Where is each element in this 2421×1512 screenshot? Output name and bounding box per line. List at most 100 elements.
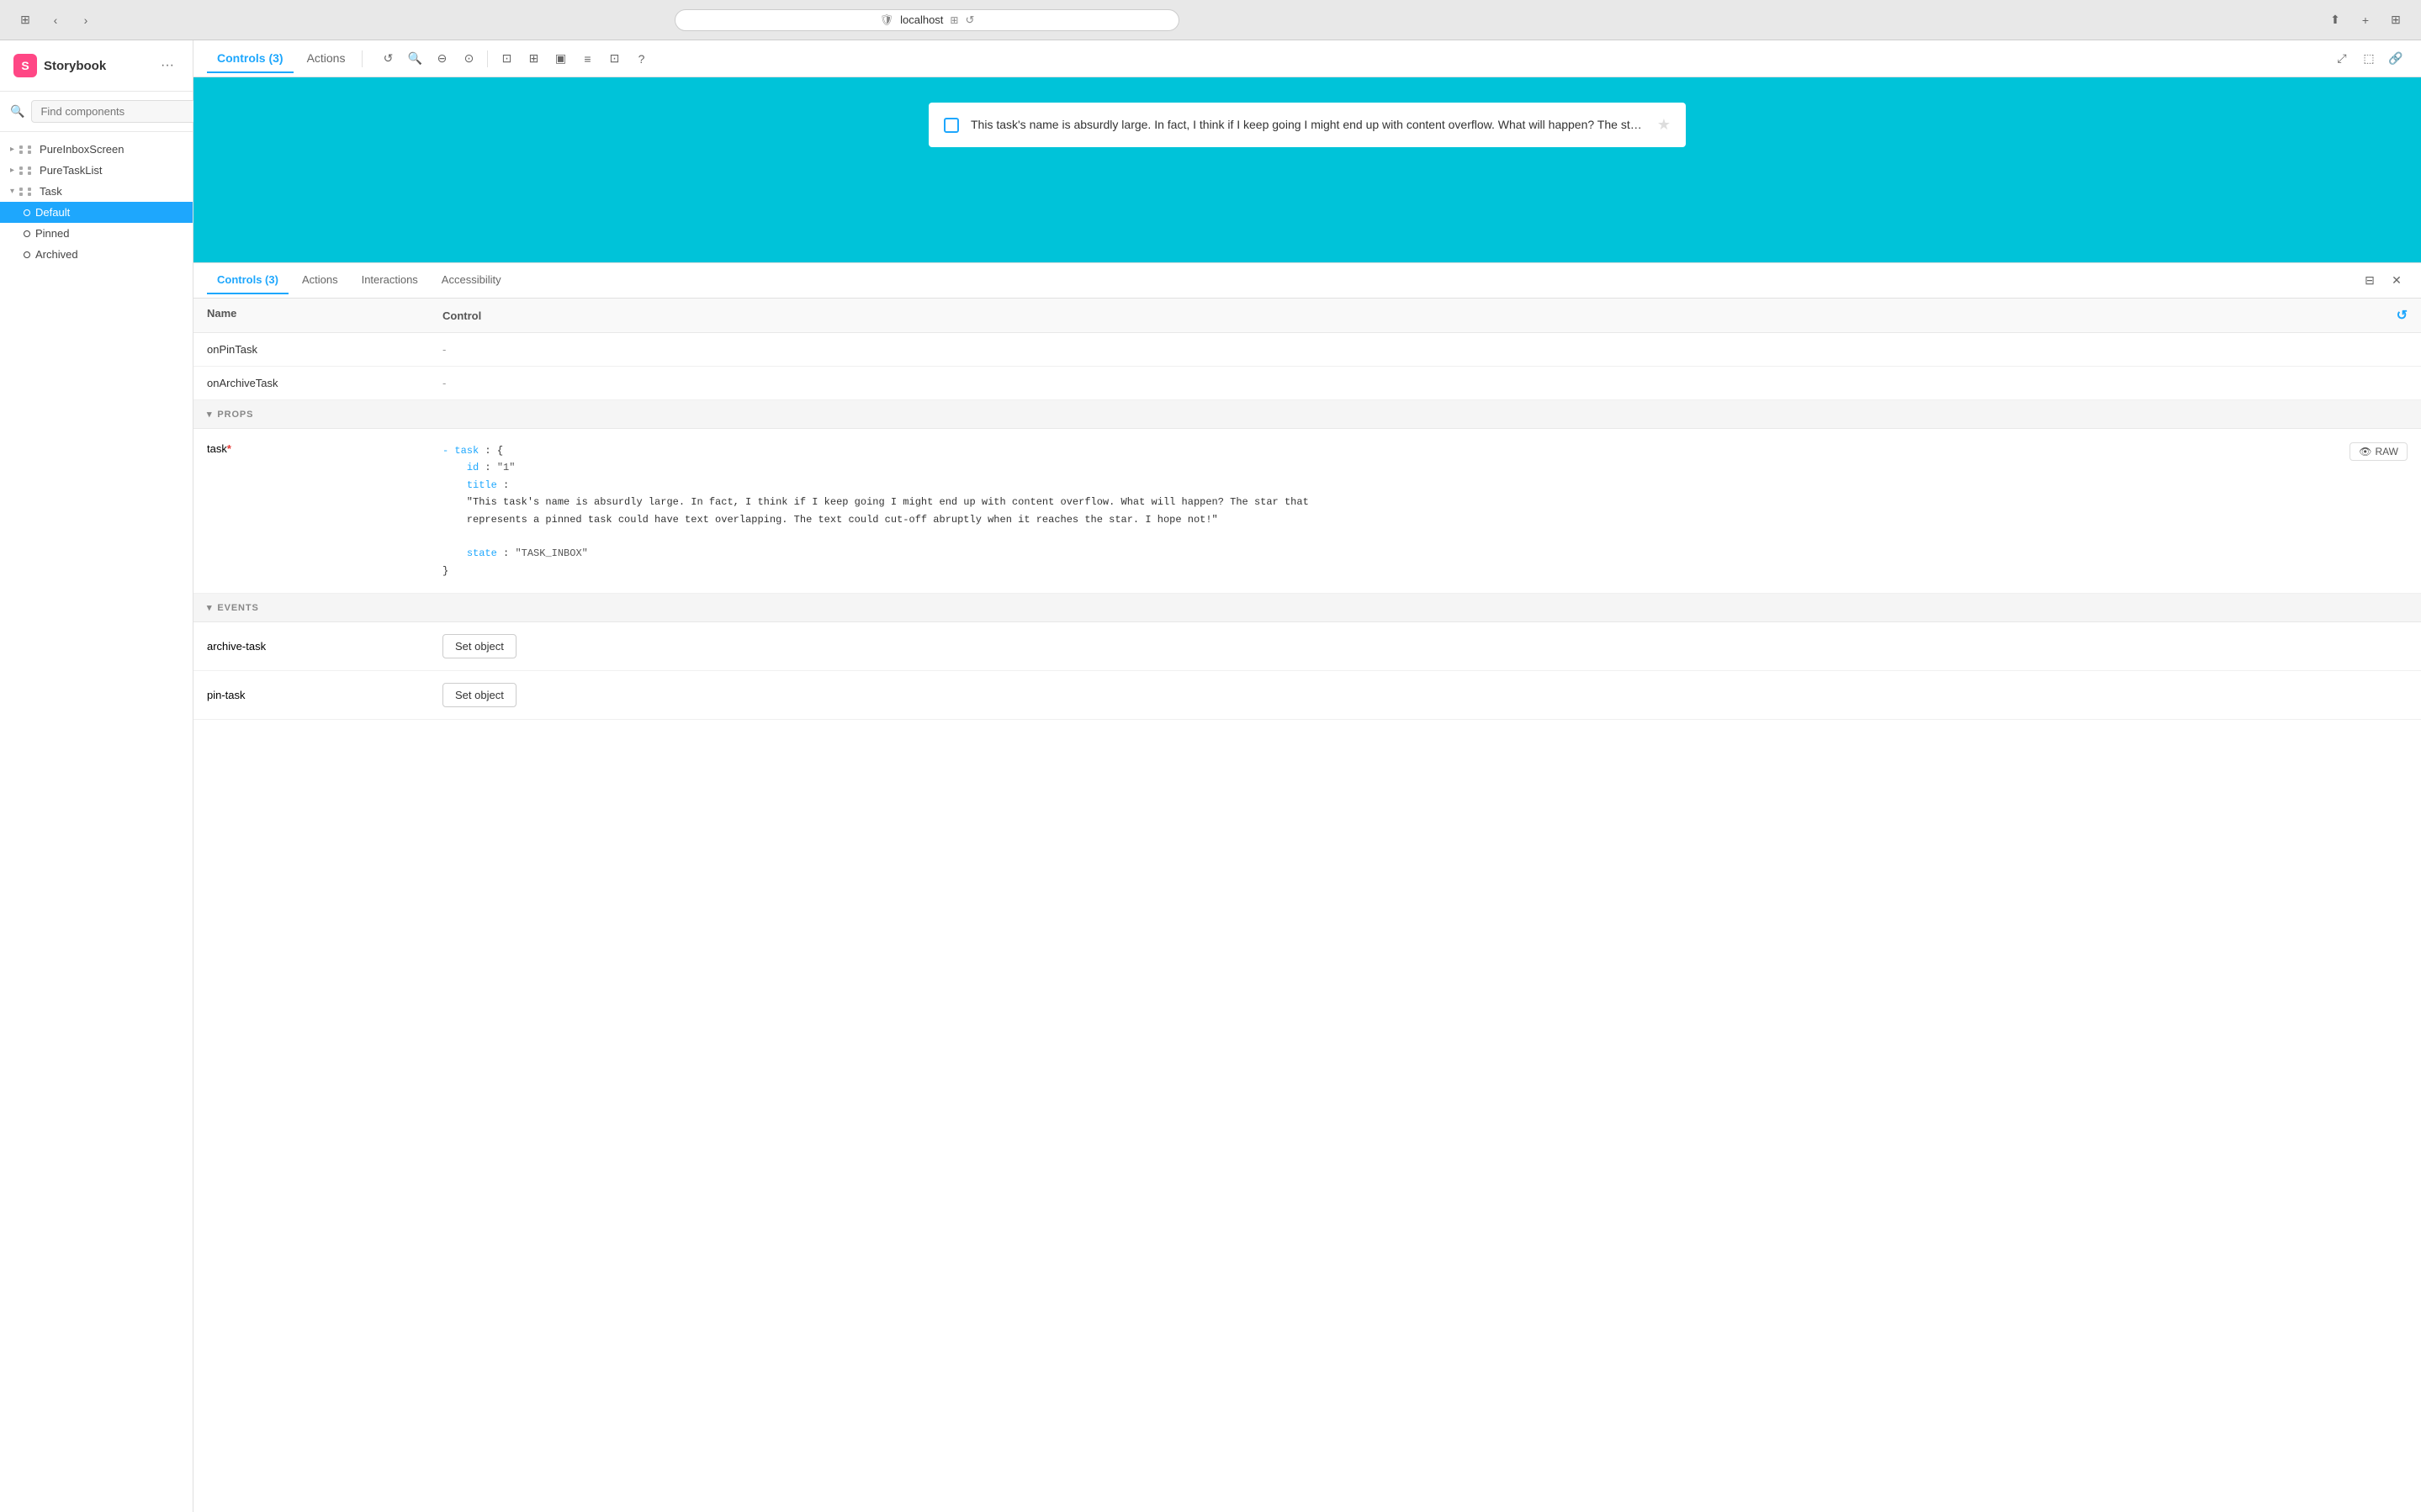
event-control: Set object	[442, 634, 2408, 658]
sidebar-menu-button[interactable]: ···	[156, 54, 179, 77]
tab-controls[interactable]: Controls (3)	[207, 267, 289, 294]
control-value: -	[442, 343, 2408, 356]
control-name: onArchiveTask	[207, 377, 442, 389]
help-button[interactable]: ?	[629, 47, 653, 71]
grid-button[interactable]: ⊞	[2384, 8, 2408, 32]
sidebar-item-label: Default	[35, 206, 70, 219]
logo-text: Storybook	[44, 59, 106, 73]
code-block: - task : { id : "1" title : "This task's…	[442, 442, 1309, 579]
task-card: This task's name is absurdly large. In f…	[929, 103, 1686, 147]
toolbar: Controls (3) Actions ↺ 🔍 ⊖ ⊙ ⊡ ⊞ ▣ ≡ ⊡ ?…	[193, 40, 2421, 77]
fullscreen-button[interactable]: ⤢	[2330, 47, 2354, 71]
browser-chrome: ⊞ ‹ › 🛡 localhost ⊞ ↺ ⬆ + ⊞	[0, 0, 2421, 40]
logo-icon: S	[13, 54, 37, 77]
share-button[interactable]: ⬆	[2323, 8, 2347, 32]
control-name: task*	[207, 442, 442, 455]
panel-close-button[interactable]: ✕	[2386, 270, 2408, 292]
reset-icon[interactable]: ↺	[2397, 307, 2408, 324]
control-row-task: task* - task : { id : "1" title : "This …	[193, 429, 2421, 594]
archive-task-set-object-button[interactable]: Set object	[442, 634, 517, 658]
task-star-icon[interactable]: ★	[1657, 116, 1671, 134]
control-row-onpintask: onPinTask -	[193, 333, 2421, 367]
search-icon: 🔍	[10, 104, 24, 119]
raw-button[interactable]: 👁 RAW	[2349, 442, 2408, 461]
sidebar-toggle-button[interactable]: ⊞	[13, 8, 37, 32]
list-view-button[interactable]: ≡	[575, 47, 599, 71]
link-button[interactable]: 🔗	[2384, 47, 2408, 71]
component-icon	[19, 145, 34, 154]
task-checkbox[interactable]	[944, 118, 959, 133]
browser-back-button[interactable]: ‹	[44, 8, 67, 32]
sidebar-item-label: PureInboxScreen	[40, 143, 124, 156]
open-new-button[interactable]: ⬚	[2357, 47, 2381, 71]
browser-forward-button[interactable]: ›	[74, 8, 98, 32]
sidebar-item-puretasklist[interactable]: ▸ PureTaskList	[0, 160, 193, 181]
sidebar-item-pinned[interactable]: Pinned	[0, 223, 193, 244]
tab-docs[interactable]: Actions	[297, 45, 356, 73]
name-col-header: Name	[207, 307, 442, 324]
panel-split-button[interactable]: ⊟	[2359, 270, 2381, 292]
control-value: -	[442, 377, 2408, 389]
control-row-onarchivetask: onArchiveTask -	[193, 367, 2421, 400]
search-input[interactable]	[31, 100, 198, 123]
events-section-header: ▾ EVENTS	[193, 594, 2421, 622]
chevron-icon: ▾	[10, 187, 14, 196]
chevron-icon: ▸	[10, 145, 14, 154]
pin-task-set-object-button[interactable]: Set object	[442, 683, 517, 707]
sidebar-item-label: Archived	[35, 248, 78, 261]
divider	[487, 50, 488, 67]
sidebar-item-label: Pinned	[35, 227, 69, 240]
zoom-in-button[interactable]: 🔍	[403, 47, 426, 71]
reload-icon-button[interactable]: ↺	[376, 47, 400, 71]
refresh-icon: ↺	[965, 13, 974, 27]
new-tab-button[interactable]: +	[2354, 8, 2377, 32]
sidebar-item-task[interactable]: ▾ Task	[0, 181, 193, 202]
tab-canvas[interactable]: Controls (3)	[207, 45, 294, 73]
app: S Storybook ··· 🔍 / ▸ PureInboxScreen ▸ …	[0, 40, 2421, 1512]
grid-view-button[interactable]: ⊞	[522, 47, 545, 71]
url-text: localhost	[900, 13, 943, 26]
main-content: Controls (3) Actions ↺ 🔍 ⊖ ⊙ ⊡ ⊞ ▣ ≡ ⊡ ?…	[193, 40, 2421, 1512]
sidebar-item-label: PureTaskList	[40, 164, 102, 177]
required-indicator: *	[227, 442, 231, 455]
toolbar-right: ⤢ ⬚ 🔗	[2330, 47, 2408, 71]
props-section-header: ▾ PROPS	[193, 400, 2421, 429]
sidebar-item-archived[interactable]: Archived	[0, 244, 193, 265]
event-name: archive-task	[207, 640, 442, 653]
tab-accessibility[interactable]: Accessibility	[432, 267, 511, 294]
props-label: PROPS	[217, 410, 253, 420]
zoom-out-button[interactable]: ⊖	[430, 47, 453, 71]
bottom-panel: Controls (3) Actions Interactions Access…	[193, 262, 2421, 1512]
panel-button[interactable]: ▣	[548, 47, 572, 71]
sidebar-item-default[interactable]: Default	[0, 202, 193, 223]
chevron-down-icon: ▾	[207, 602, 212, 613]
tab-interactions[interactable]: Interactions	[352, 267, 428, 294]
event-row-pin-task: pin-task Set object	[193, 671, 2421, 720]
events-label: EVENTS	[217, 603, 258, 613]
tab-actions[interactable]: Actions	[292, 267, 348, 294]
event-name: pin-task	[207, 689, 442, 701]
controls-table: Name Control ↺ onPinTask - onArchiveTask…	[193, 299, 2421, 1512]
sidebar: S Storybook ··· 🔍 / ▸ PureInboxScreen ▸ …	[0, 40, 193, 1512]
story-icon	[24, 209, 30, 216]
control-name: onPinTask	[207, 343, 442, 356]
canvas-area: This task's name is absurdly large. In f…	[193, 77, 2421, 262]
event-row-archive-task: archive-task Set object	[193, 622, 2421, 671]
address-bar[interactable]: 🛡 localhost ⊞ ↺	[675, 9, 1179, 31]
control-col-header: Control	[442, 309, 481, 322]
eye-icon: 👁	[2359, 446, 2371, 457]
sidebar-item-label: Task	[40, 185, 62, 198]
controls-header-right: Control ↺	[442, 307, 2408, 324]
image-view-button[interactable]: ⊡	[495, 47, 518, 71]
event-control: Set object	[442, 683, 2408, 707]
controls-table-header: Name Control ↺	[193, 299, 2421, 333]
viewport-button[interactable]: ⊡	[602, 47, 626, 71]
sidebar-header: S Storybook ···	[0, 40, 193, 92]
zoom-reset-button[interactable]: ⊙	[457, 47, 480, 71]
component-icon	[19, 188, 34, 196]
component-icon	[19, 167, 34, 175]
chevron-icon: ▸	[10, 166, 14, 175]
nav-tree: ▸ PureInboxScreen ▸ PureTaskList ▾ Task …	[0, 132, 193, 1512]
reader-icon: ⊞	[950, 14, 958, 26]
sidebar-item-pureinboxscreen[interactable]: ▸ PureInboxScreen	[0, 139, 193, 160]
